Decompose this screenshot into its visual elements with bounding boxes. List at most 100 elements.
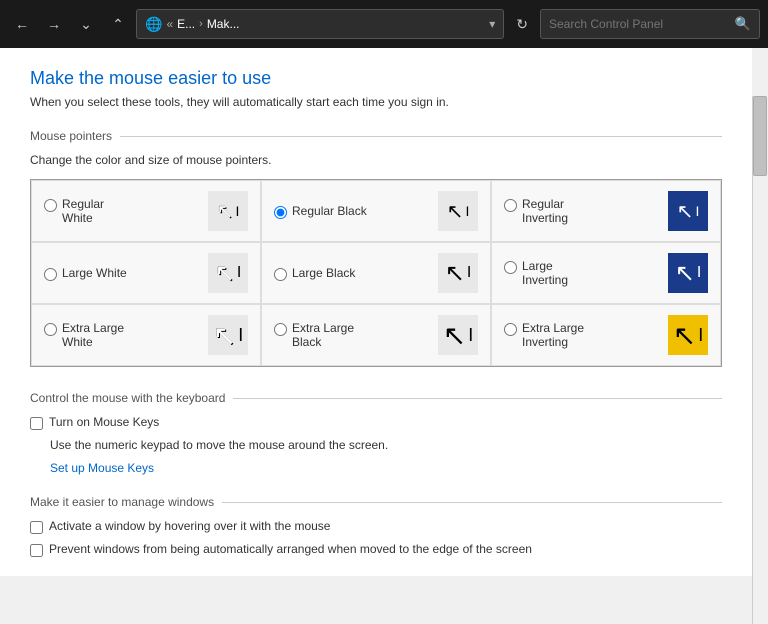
pointer-cell-xl-white: Extra LargeWhite ↖ I [31, 304, 261, 366]
radio-label-regular-inverting[interactable]: RegularInverting [504, 197, 568, 225]
mouse-pointers-desc: Change the color and size of mouse point… [30, 153, 722, 167]
turn-on-mouse-keys-row: Turn on Mouse Keys [30, 415, 722, 430]
cursor-icon-regular-inverting: ↖ [677, 199, 694, 224]
main-content: Make the mouse easier to use When you se… [0, 48, 752, 576]
mouse-keys-desc: Use the numeric keypad to move the mouse… [50, 438, 722, 452]
address-icon: 🌐 [145, 16, 162, 33]
address-bar[interactable]: 🌐 « E... › Mak... ▾ [136, 9, 504, 39]
cursor-icon-large-black: ↖ [445, 259, 465, 288]
section-header-mouse-pointers: Mouse pointers [30, 129, 722, 143]
radio-text-regular-black: Regular Black [292, 204, 367, 218]
preview-large-inverting: ↖ I [668, 253, 708, 293]
radio-large-black[interactable] [274, 268, 287, 281]
cursor-icon-xl-white: ↖ [213, 319, 236, 352]
address-part-1: E... [177, 17, 195, 31]
radio-label-xl-inverting[interactable]: Extra LargeInverting [504, 321, 584, 349]
text-cursor-regular-inverting: I [695, 203, 699, 219]
radio-regular-white[interactable] [44, 199, 57, 212]
section-header-manage-windows: Make it easier to manage windows [30, 495, 722, 509]
pointer-cell-regular-white: RegularWhite ↖ I [31, 180, 261, 242]
pointer-cell-regular-black: Regular Black ↖ I [261, 180, 491, 242]
section-divider-2 [233, 398, 722, 399]
radio-text-large-black: Large Black [292, 266, 355, 280]
preview-xl-inverting: ↖ I [668, 315, 708, 355]
radio-text-xl-black: Extra LargeBlack [292, 321, 354, 349]
radio-label-regular-white[interactable]: RegularWhite [44, 197, 104, 225]
activate-window-label[interactable]: Activate a window by hovering over it wi… [49, 519, 330, 533]
cursor-icon-regular-white: ↖ [217, 199, 234, 224]
section-header-keyboard-mouse: Control the mouse with the keyboard [30, 391, 722, 405]
scrollbar-thumb[interactable] [753, 96, 767, 176]
text-cursor-large-black: I [467, 264, 471, 282]
radio-text-regular-inverting: RegularInverting [522, 197, 568, 225]
radio-text-large-inverting: LargeInverting [522, 259, 568, 287]
radio-xl-inverting[interactable] [504, 323, 517, 336]
prevent-arrange-label[interactable]: Prevent windows from being automatically… [49, 542, 532, 556]
section-title-mouse-pointers: Mouse pointers [30, 129, 112, 143]
address-part-2: Mak... [207, 17, 240, 31]
radio-regular-inverting[interactable] [504, 199, 517, 212]
forward-button[interactable]: → [40, 10, 68, 38]
radio-large-inverting[interactable] [504, 261, 517, 274]
scrollbar-track[interactable] [752, 96, 768, 624]
prevent-arrange-row: Prevent windows from being automatically… [30, 542, 722, 557]
text-cursor-regular-black: I [465, 203, 469, 219]
radio-label-large-white[interactable]: Large White [44, 266, 127, 281]
preview-regular-inverting: ↖ I [668, 191, 708, 231]
radio-label-regular-black[interactable]: Regular Black [274, 204, 367, 219]
radio-label-xl-black[interactable]: Extra LargeBlack [274, 321, 354, 349]
preview-xl-black: ↖ I [438, 315, 478, 355]
pointer-cell-xl-inverting: Extra LargeInverting ↖ I [491, 304, 721, 366]
pointer-cell-large-black: Large Black ↖ I [261, 242, 491, 304]
mouse-pointers-section: Mouse pointers Change the color and size… [30, 129, 722, 367]
section-title-keyboard-mouse: Control the mouse with the keyboard [30, 391, 225, 405]
cursor-icon-regular-black: ↖ [447, 199, 464, 224]
manage-windows-section: Make it easier to manage windows Activat… [30, 495, 722, 557]
turn-on-mouse-keys-label[interactable]: Turn on Mouse Keys [49, 415, 159, 429]
nav-bar: ← → ⌄ ⌃ 🌐 « E... › Mak... ▾ ↻ 🔍 [0, 0, 768, 48]
radio-regular-black[interactable] [274, 206, 287, 219]
section-divider [120, 136, 722, 137]
activate-window-row: Activate a window by hovering over it wi… [30, 519, 722, 534]
radio-label-large-black[interactable]: Large Black [274, 266, 355, 281]
preview-large-black: ↖ I [438, 253, 478, 293]
radio-text-large-white: Large White [62, 266, 127, 280]
search-input[interactable] [549, 17, 735, 31]
prevent-arrange-checkbox[interactable] [30, 544, 43, 557]
expand-down-button[interactable]: ⌄ [72, 10, 100, 38]
pointer-cell-regular-inverting: RegularInverting ↖ I [491, 180, 721, 242]
text-cursor-large-white: I [237, 264, 241, 282]
search-icon: 🔍 [735, 16, 751, 32]
preview-regular-black: ↖ I [438, 191, 478, 231]
pointer-cell-large-white: Large White ↖ I [31, 242, 261, 304]
preview-xl-white: ↖ I [208, 315, 248, 355]
preview-large-white: ↖ I [208, 253, 248, 293]
refresh-button[interactable]: ↻ [508, 9, 536, 39]
radio-label-xl-white[interactable]: Extra LargeWhite [44, 321, 124, 349]
keyboard-mouse-section: Control the mouse with the keyboard Turn… [30, 391, 722, 475]
radio-xl-black[interactable] [274, 323, 287, 336]
address-dropdown-icon[interactable]: ▾ [489, 17, 495, 31]
text-cursor-regular-white: I [235, 203, 239, 219]
pointer-cell-large-inverting: LargeInverting ↖ I [491, 242, 721, 304]
text-cursor-large-inverting: I [697, 264, 701, 282]
radio-text-xl-white: Extra LargeWhite [62, 321, 124, 349]
cursor-icon-xl-black: ↖ [443, 319, 466, 352]
radio-label-large-inverting[interactable]: LargeInverting [504, 259, 568, 287]
pointer-cell-xl-black: Extra LargeBlack ↖ I [261, 304, 491, 366]
search-bar[interactable]: 🔍 [540, 9, 760, 39]
cursor-icon-large-inverting: ↖ [675, 259, 695, 288]
setup-mouse-keys-link[interactable]: Set up Mouse Keys [50, 461, 154, 475]
radio-text-xl-inverting: Extra LargeInverting [522, 321, 584, 349]
section-divider-3 [222, 502, 722, 503]
activate-window-checkbox[interactable] [30, 521, 43, 534]
preview-regular-white: ↖ I [208, 191, 248, 231]
up-button[interactable]: ⌃ [104, 10, 132, 38]
radio-xl-white[interactable] [44, 323, 57, 336]
radio-large-white[interactable] [44, 268, 57, 281]
back-button[interactable]: ← [8, 10, 36, 38]
page-title: Make the mouse easier to use [30, 68, 722, 89]
turn-on-mouse-keys-checkbox[interactable] [30, 417, 43, 430]
address-separator: › [199, 18, 203, 30]
text-cursor-xl-inverting: I [698, 325, 703, 346]
